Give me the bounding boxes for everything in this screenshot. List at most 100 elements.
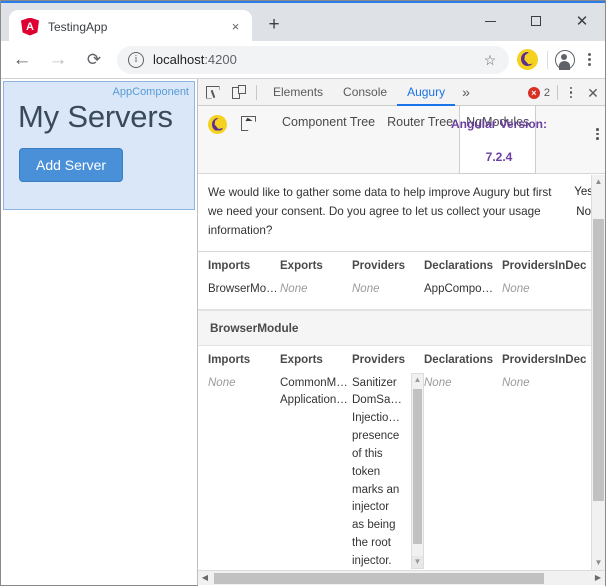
column-header: Providers xyxy=(352,259,406,272)
scroll-up-arrow-icon[interactable]: ▲ xyxy=(412,374,423,386)
forward-icon[interactable]: → xyxy=(43,45,73,75)
augury-menu-icon[interactable] xyxy=(596,128,599,140)
error-count-badge[interactable]: × 2 xyxy=(527,86,550,99)
devtools-close-icon[interactable]: ✕ xyxy=(581,80,605,106)
url-port: :4200 xyxy=(204,52,237,67)
profile-avatar-icon[interactable] xyxy=(555,49,575,70)
column-header: Exports xyxy=(280,353,323,366)
list-item[interactable]: marks an xyxy=(352,482,410,500)
table-cell: None xyxy=(352,282,380,295)
tab-console[interactable]: Console xyxy=(333,79,397,105)
more-tabs-icon[interactable]: » xyxy=(455,79,477,105)
devtools-horizontal-scrollbar[interactable]: ◀ ▶ xyxy=(198,570,605,585)
toolbar-divider xyxy=(256,84,257,100)
list-item[interactable]: DomSa… xyxy=(352,392,410,410)
back-icon[interactable]: ← xyxy=(7,45,37,75)
address-bar[interactable]: i localhost:4200 ☆ xyxy=(117,45,509,74)
toolbar-divider xyxy=(547,50,548,69)
close-icon[interactable]: × xyxy=(227,18,244,35)
web-page-viewport: AppComponent My Servers Add Server xyxy=(1,79,197,585)
reload-icon[interactable]: ⟳ xyxy=(79,45,109,75)
error-count: 2 xyxy=(543,86,550,99)
list-item[interactable]: as being xyxy=(352,517,410,535)
toolbar-divider xyxy=(557,85,558,100)
browser-tab-title: TestingApp xyxy=(48,19,108,34)
device-toolbar-icon[interactable] xyxy=(227,81,250,104)
table-cell[interactable]: Application… xyxy=(280,392,352,410)
browser-menu-icon[interactable] xyxy=(578,47,600,73)
window-controls: ✕ xyxy=(467,5,605,37)
augury-extension-icon[interactable] xyxy=(517,49,538,70)
column-header: ProvidersInDec xyxy=(502,353,587,366)
column-declarations: Declarations None xyxy=(424,354,502,586)
bookmark-star-icon[interactable]: ☆ xyxy=(480,50,500,70)
list-item[interactable]: of this xyxy=(352,446,410,464)
list-item[interactable]: Injectio… xyxy=(352,410,410,428)
tab-component-tree[interactable]: Component Tree xyxy=(276,106,381,129)
new-tab-button[interactable]: + xyxy=(260,12,288,40)
window-close-button[interactable]: ✕ xyxy=(559,5,605,37)
add-server-button[interactable]: Add Server xyxy=(19,148,124,182)
devtools-vertical-scrollbar[interactable]: ▲ ▼ xyxy=(591,175,605,570)
ngmodule-section-root: Imports BrowserMo… Exports None Provider… xyxy=(198,251,605,310)
devtools-tab-bar-right: × 2 ✕ xyxy=(527,79,605,106)
module-columns: Imports None Exports CommonM… Applicatio… xyxy=(198,346,605,586)
angular-logo-icon xyxy=(21,17,39,36)
table-cell[interactable]: CommonM… xyxy=(280,375,352,393)
table-cell[interactable]: BrowserMo… xyxy=(208,281,280,299)
augury-component-highlight: AppComponent My Servers Add Server xyxy=(3,81,195,210)
column-header: Declarations xyxy=(424,353,494,366)
devtools-tab-bar: Elements Console Augury » × 2 ✕ xyxy=(198,79,605,106)
angular-version-info: Angular Version: 7.2.4 xyxy=(439,115,559,167)
browser-toolbar: ← → ⟳ i localhost:4200 ☆ xyxy=(1,41,605,79)
list-item[interactable]: token xyxy=(352,464,410,482)
providers-scroll-area: Sanitizer DomSa… Injectio… presence of t… xyxy=(352,372,424,586)
consent-no-button[interactable]: No xyxy=(576,204,591,221)
table-cell: None xyxy=(502,282,530,295)
browser-tab-testingapp[interactable]: TestingApp × xyxy=(9,10,252,43)
consent-banner: We would like to gather some data to hel… xyxy=(198,174,605,252)
column-header: Providers xyxy=(352,353,406,366)
list-item[interactable]: Sanitizer xyxy=(352,375,410,393)
column-imports: Imports None xyxy=(208,354,280,586)
scroll-left-arrow-icon[interactable]: ◀ xyxy=(198,571,212,585)
ngmodule-section-browsermodule: Imports None Exports CommonM… Applicatio… xyxy=(198,345,605,586)
scrollbar-thumb[interactable] xyxy=(214,573,544,584)
scrollbar-thumb[interactable] xyxy=(593,219,604,501)
table-cell: None xyxy=(280,282,308,295)
scroll-down-arrow-icon[interactable]: ▼ xyxy=(592,556,605,570)
table-cell[interactable]: AppCompo… xyxy=(424,281,502,299)
component-inspector-icon[interactable] xyxy=(241,116,256,131)
augury-toolbar: Component Tree Router Tree NgModules Ang… xyxy=(198,106,605,174)
column-exports: Exports CommonM… Application… xyxy=(280,354,352,586)
list-item[interactable]: injector xyxy=(352,499,410,517)
tab-augury[interactable]: Augury xyxy=(397,79,456,106)
tab-strip: TestingApp × + xyxy=(1,5,288,43)
table-cell: None xyxy=(208,376,236,389)
column-providers: Providers None xyxy=(352,260,424,299)
list-item[interactable]: injector. xyxy=(352,553,410,571)
scroll-right-arrow-icon[interactable]: ▶ xyxy=(591,571,605,585)
site-info-icon[interactable]: i xyxy=(128,51,144,68)
scroll-down-arrow-icon[interactable]: ▼ xyxy=(412,555,423,568)
ngmodules-content: Imports BrowserMo… Exports None Provider… xyxy=(198,251,605,586)
list-item[interactable]: the root xyxy=(352,535,410,553)
url-text: localhost:4200 xyxy=(153,52,237,67)
minimize-button[interactable] xyxy=(467,5,513,37)
devtools-menu-icon[interactable] xyxy=(561,82,581,104)
scrollbar-thumb[interactable] xyxy=(413,388,422,544)
angular-version-number: 7.2.4 xyxy=(485,150,513,165)
column-providersindeclarations: ProvidersInDec None xyxy=(502,260,586,299)
table-cell: None xyxy=(502,376,530,389)
providers-scrollbar[interactable]: ▲ ▼ xyxy=(411,372,424,569)
column-exports: Exports None xyxy=(280,260,352,299)
devtools-panel: Elements Console Augury » × 2 ✕ Componen… xyxy=(197,79,605,586)
column-header: Declarations xyxy=(424,259,494,272)
scroll-up-arrow-icon[interactable]: ▲ xyxy=(592,175,605,189)
ngmodule-name-browsermodule[interactable]: BrowserModule xyxy=(198,309,605,346)
tab-elements[interactable]: Elements xyxy=(263,79,333,105)
inspect-element-icon[interactable] xyxy=(201,81,224,104)
module-columns: Imports BrowserMo… Exports None Provider… xyxy=(198,252,605,299)
maximize-button[interactable] xyxy=(513,5,559,37)
list-item[interactable]: presence xyxy=(352,428,410,446)
